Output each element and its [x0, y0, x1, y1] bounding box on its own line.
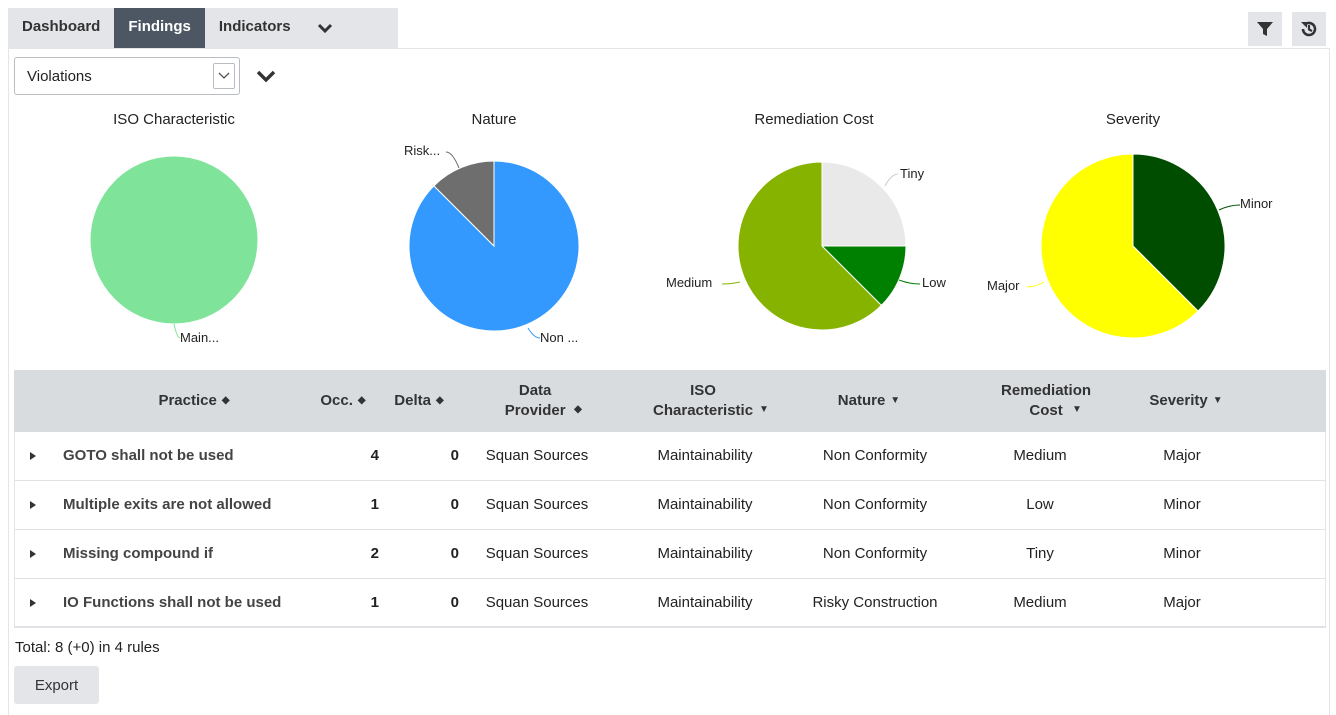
cell-iso: Maintainability [657, 593, 753, 611]
table-row[interactable]: Multiple exits are not allowed 1 0 Squan So… [15, 481, 1325, 530]
column-header-iso[interactable]: ISO Characteristic ▼ [620, 370, 790, 432]
cell-iso: Maintainability [657, 496, 753, 513]
pie-slice-label: Medium [666, 275, 712, 290]
pie-slice-label: Non ... [540, 330, 578, 345]
cell-occ: 2 [370, 545, 379, 562]
cell-practice[interactable]: GOTO shall not be used [63, 432, 293, 480]
pie-label-connector [1218, 204, 1241, 211]
cell-data-provider: Squan Sources [485, 545, 589, 562]
table-header: Practice ◆ Occ. ◆ Delta ◆ Data Provider ◆ IS… [14, 370, 1326, 432]
cell-practice[interactable]: IO Functions shall not be used [63, 579, 293, 626]
cell-iso: Maintainability [657, 545, 753, 562]
pie-slice-label: Tiny [900, 166, 925, 181]
pie-label-connector [1026, 281, 1045, 288]
column-header-delta[interactable]: Delta ◆ [382, 370, 456, 432]
cell-severity: Major [1163, 447, 1201, 464]
total-summary: Total: 8 (+0) in 4 rules [15, 639, 160, 656]
findings-table: Practice ◆ Occ. ◆ Delta ◆ Data Provider ◆ IS… [14, 370, 1326, 628]
column-header-nature[interactable]: Nature ▼ [804, 370, 934, 432]
cell-nature: Non Conformity [822, 496, 928, 513]
column-header-remediation-cost[interactable]: Remediation Cost ▼ [974, 370, 1104, 432]
table-row[interactable]: IO Functions shall not be used 1 0 Squan So… [15, 579, 1325, 627]
cell-severity: Major [1163, 593, 1201, 611]
pie-slice[interactable] [821, 161, 907, 247]
table-row[interactable]: GOTO shall not be used 4 0 Squan Sources Mai… [15, 432, 1325, 481]
cell-practice[interactable]: Multiple exits are not allowed [63, 481, 293, 529]
cell-delta: 0 [450, 447, 459, 464]
cell-severity: Minor [1163, 496, 1201, 513]
pie-label-connector [527, 327, 541, 339]
column-header-practice[interactable]: Practice ◆ [114, 370, 274, 432]
cell-delta: 0 [450, 496, 459, 513]
column-header-data-provider[interactable]: Data Provider ◆ [476, 370, 596, 432]
cell-severity: Minor [1163, 545, 1201, 562]
cell-occ: 1 [370, 593, 379, 611]
pie-slice-label: Risk... [404, 143, 440, 158]
cell-nature: Non Conformity [822, 545, 928, 562]
pie-label-connector [721, 281, 741, 285]
table-row[interactable]: Missing compound if 2 0 Squan Sources Mainta… [15, 530, 1325, 579]
cell-iso: Maintainability [657, 447, 753, 464]
cell-occ: 4 [370, 447, 379, 464]
export-button[interactable]: Export [14, 666, 99, 704]
expand-row-icon[interactable] [29, 432, 37, 480]
pie-slice[interactable] [89, 155, 259, 325]
cell-nature: Risky Construction [812, 593, 938, 611]
pie-slice-label: Major [987, 278, 1020, 293]
cell-remediation-cost: Medium [1013, 447, 1067, 464]
pie-label-connector [884, 173, 899, 187]
expand-row-icon[interactable] [29, 530, 37, 578]
pie-slice-label: Low [922, 275, 946, 290]
cell-data-provider: Squan Sources [485, 496, 589, 513]
cell-remediation-cost: Medium [1013, 593, 1067, 611]
cell-practice[interactable]: Missing compound if [63, 530, 293, 578]
expand-row-icon[interactable] [29, 579, 37, 626]
pie-slice-label: Minor [1240, 196, 1273, 211]
column-header-severity[interactable]: Severity ▼ [1126, 370, 1246, 432]
cell-delta: 0 [450, 545, 459, 562]
column-header-occ[interactable]: Occ. ◆ [308, 370, 378, 432]
cell-occ: 1 [370, 496, 379, 513]
pie-charts: Main... Non ... Risk... Tiny Low Medium Minor M… [89, 143, 1273, 345]
cell-remediation-cost: Low [1026, 496, 1054, 513]
pie-slice-label: Main... [180, 330, 219, 345]
expand-row-icon[interactable] [29, 481, 37, 529]
cell-nature: Non Conformity [822, 447, 928, 464]
cell-data-provider: Squan Sources [485, 593, 589, 611]
cell-delta: 0 [450, 593, 459, 611]
table-body: GOTO shall not be used 4 0 Squan Sources Mai… [14, 432, 1326, 628]
pie-label-connector [898, 279, 921, 285]
cell-data-provider: Squan Sources [485, 447, 589, 464]
cell-remediation-cost: Tiny [1026, 545, 1054, 562]
pie-label-connector [445, 151, 460, 169]
